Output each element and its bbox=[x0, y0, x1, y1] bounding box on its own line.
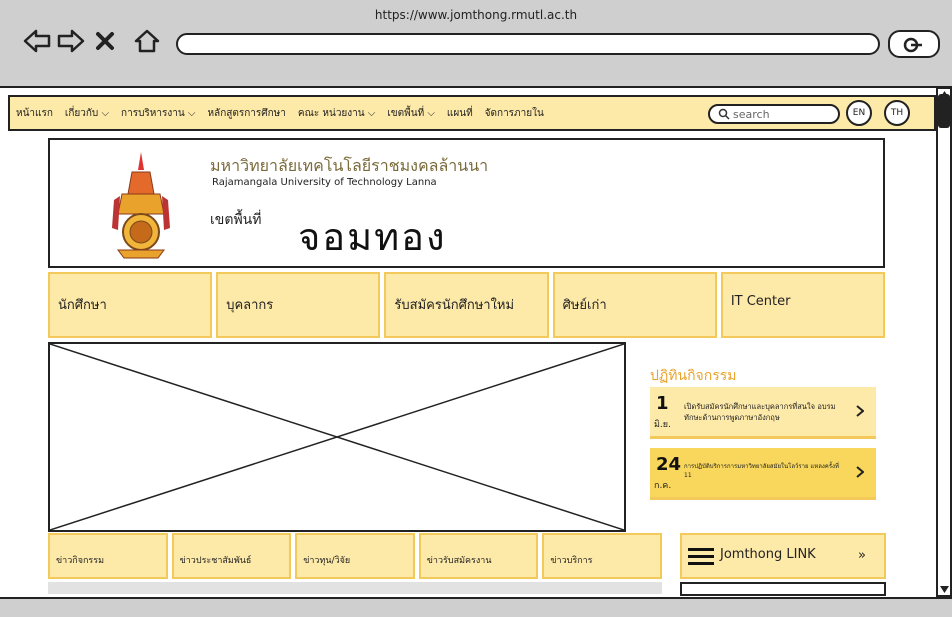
jomthong-link-button[interactable]: Jomthong LINK » bbox=[680, 533, 886, 579]
nav-item-faculties[interactable]: คณะ หน่วยงาน ⌵ bbox=[292, 106, 382, 121]
forward-arrow-icon[interactable] bbox=[54, 24, 88, 58]
event-day: 24 bbox=[656, 454, 682, 475]
tab-job-news[interactable]: ข่าวรับสมัครงาน bbox=[418, 533, 539, 579]
chevron-right-icon[interactable] bbox=[856, 466, 865, 482]
university-name-en: Rajamangala University of Technology Lan… bbox=[212, 177, 437, 188]
nav-menu: หน้าแรก เกี่ยวกับ ⌵ การบริหารงาน ⌵ หลักส… bbox=[10, 97, 550, 129]
address-bar[interactable] bbox=[176, 33, 880, 55]
university-header: มหาวิทยาลัยเทคโนโลยีราชมงคลล้านนา Rajama… bbox=[48, 138, 885, 268]
tab-service-news[interactable]: ข่าวบริการ bbox=[542, 533, 662, 579]
status-bar bbox=[0, 597, 952, 617]
back-arrow-icon[interactable] bbox=[20, 24, 54, 58]
browser-chrome: https://www.jomthong.rmutl.ac.th bbox=[0, 0, 952, 88]
hero-image-placeholder[interactable] bbox=[48, 342, 626, 532]
close-icon[interactable] bbox=[88, 24, 122, 58]
lang-th-button[interactable]: TH bbox=[884, 100, 910, 126]
search-icon bbox=[903, 37, 922, 53]
hamburger-menu-icon bbox=[688, 548, 714, 565]
nav-item-about[interactable]: เกี่ยวกับ ⌵ bbox=[59, 106, 115, 121]
search-input[interactable]: search bbox=[708, 104, 840, 124]
jomthong-link-label: Jomthong LINK bbox=[720, 547, 816, 562]
scroll-down-icon[interactable] bbox=[940, 586, 949, 593]
url-text: https://www.jomthong.rmutl.ac.th bbox=[374, 8, 578, 22]
event-month: ก.ค. bbox=[654, 481, 672, 491]
menu-staff[interactable]: บุคลากร bbox=[216, 272, 381, 338]
menu-it-center[interactable]: IT Center bbox=[720, 272, 886, 338]
main-menu: นักศึกษา บุคลากร รับสมัครนักศึกษาใหม่ ศิ… bbox=[48, 272, 886, 338]
tab-research-news[interactable]: ข่าวทุน/วิจัย bbox=[295, 533, 415, 579]
tab-pr-news[interactable]: ข่าวประชาสัมพันธ์ bbox=[171, 533, 292, 579]
calendar-event[interactable]: 1 มิ.ย. เปิดรับสมัครนักศึกษาและบุคลากรที… bbox=[650, 387, 876, 439]
menu-admissions[interactable]: รับสมัครนักศึกษาใหม่ bbox=[384, 272, 549, 338]
search-icon bbox=[718, 108, 730, 120]
search-placeholder: search bbox=[733, 107, 770, 121]
double-chevron-icon: » bbox=[858, 548, 866, 563]
university-name-th: มหาวิทยาลัยเทคโนโลยีราชมงคลล้านนา bbox=[210, 156, 489, 175]
nav-item-curriculum[interactable]: หลักสูตรการศึกษา bbox=[201, 106, 291, 121]
nav-item-administration[interactable]: การบริหารงาน ⌵ bbox=[115, 106, 201, 121]
campus-name: จอมทอง bbox=[298, 215, 447, 259]
top-navigation: หน้าแรก เกี่ยวกับ ⌵ การบริหารงาน ⌵ หลักส… bbox=[8, 95, 936, 131]
nav-item-home[interactable]: หน้าแรก bbox=[10, 106, 59, 121]
menu-alumni[interactable]: ศิษย์เก่า bbox=[552, 272, 717, 338]
lang-en-button[interactable]: EN bbox=[846, 100, 872, 126]
menu-students[interactable]: นักศึกษา bbox=[48, 272, 213, 338]
event-text: เปิดรับสมัครนักศึกษาและบุคลากรที่สนใจ อบ… bbox=[684, 402, 836, 422]
university-logo bbox=[108, 150, 174, 260]
news-content-strip bbox=[48, 582, 662, 594]
campus-label: เขตพื้นที่ bbox=[210, 212, 262, 228]
event-day: 1 bbox=[656, 393, 669, 414]
scroll-thumb[interactable] bbox=[938, 94, 950, 128]
calendar-event[interactable]: 24 ก.ค. การปฏิบัติบริการการมหาวิทยาลัยสม… bbox=[650, 448, 876, 500]
nav-item-campus[interactable]: เขตพื้นที่ ⌵ bbox=[381, 106, 441, 121]
event-month: มิ.ย. bbox=[654, 420, 671, 430]
nav-item-map[interactable]: แผนที่ bbox=[441, 106, 479, 121]
event-text: การปฏิบัติบริการการมหาวิทยาลัยสมัยในโลว์… bbox=[684, 463, 839, 479]
chevron-right-icon[interactable] bbox=[856, 405, 865, 421]
calendar-title: ปฏิทินกิจกรรม bbox=[650, 368, 737, 384]
jomthong-link-panel bbox=[680, 582, 886, 596]
tab-activity-news[interactable]: ข่าวกิจกรรม bbox=[48, 533, 168, 579]
news-tabs: ข่าวกิจกรรม ข่าวประชาสัมพันธ์ ข่าวทุน/วิ… bbox=[48, 533, 662, 579]
search-go-button[interactable] bbox=[888, 30, 940, 58]
home-icon[interactable] bbox=[130, 24, 164, 58]
scrollbar[interactable] bbox=[936, 87, 952, 597]
nav-item-internal[interactable]: จัดการภายใน bbox=[479, 106, 550, 121]
